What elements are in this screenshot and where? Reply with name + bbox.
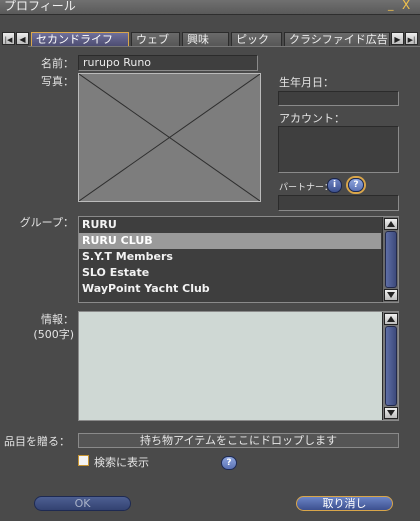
chevron-right-icon: ▶ [394, 35, 401, 44]
tab-last-button[interactable]: ▶| [405, 32, 418, 45]
groups-label: グループ： [19, 216, 74, 229]
no-image-placeholder-icon [79, 74, 260, 201]
scroll-up-button[interactable] [384, 218, 398, 230]
birthdate-label: 生年月日： [279, 76, 334, 89]
give-item-label: 品目を贈る： [4, 435, 70, 448]
partner-info-button[interactable]: i [327, 178, 342, 193]
show-in-search-checkbox[interactable] [78, 455, 89, 466]
about-label: 情報： [41, 313, 74, 326]
about-textarea[interactable] [78, 311, 399, 421]
window-title: プロフィール [4, 0, 76, 13]
about-char-limit: (500字) [33, 328, 74, 341]
tab-prev-button[interactable]: ◀ [16, 32, 29, 45]
chevron-left-icon: ◀ [19, 35, 26, 44]
help-icon: ? [353, 180, 359, 190]
name-label: 名前： [41, 57, 74, 70]
ok-button[interactable]: OK [34, 496, 131, 511]
triangle-down-icon [387, 292, 395, 298]
tab-label: ウェブ [136, 33, 169, 46]
tab-divider [28, 46, 420, 47]
partner-help-button[interactable]: ? [348, 178, 364, 192]
scroll-thumb[interactable] [385, 231, 397, 288]
group-list-item[interactable]: SLO Estate [79, 265, 381, 281]
tab-label: セカンドライフ [36, 33, 113, 46]
scroll-up-button[interactable] [384, 313, 398, 325]
tab-label: 興味 [187, 33, 209, 46]
tab-interests[interactable]: 興味 [182, 32, 229, 46]
partner-label: パートナー： [279, 183, 334, 193]
scroll-thumb[interactable] [385, 326, 397, 406]
triangle-up-icon [387, 221, 395, 227]
title-bar[interactable]: プロフィール _ X [0, 0, 420, 15]
groups-scrollbar[interactable] [382, 217, 398, 302]
photo-label: 写真： [41, 75, 74, 88]
scroll-down-button[interactable] [384, 407, 398, 419]
tab-bar: |◀ ◀ セカンドライフ ウェブ 興味 ピック クラシファイド広告 ▶ ▶| [0, 31, 420, 47]
search-help-button[interactable]: ? [221, 456, 237, 470]
tab-web[interactable]: ウェブ [131, 32, 180, 46]
tab-label: ピック [236, 33, 269, 46]
account-label: アカウント： [279, 112, 345, 125]
help-icon: ? [226, 458, 232, 468]
show-in-search-label[interactable]: 検索に表示 [94, 454, 149, 470]
birthdate-field [278, 91, 399, 106]
tab-classifieds[interactable]: クラシファイド広告 [284, 32, 390, 46]
triangle-down-icon [387, 410, 395, 416]
cancel-button[interactable]: 取り消し [296, 496, 393, 511]
skip-first-icon: |◀ [4, 36, 13, 44]
minimize-button[interactable]: _ [388, 0, 394, 11]
group-list-item[interactable]: WayPoint Yacht Club [79, 281, 381, 297]
tab-picks[interactable]: ピック [231, 32, 282, 46]
tab-next-button[interactable]: ▶ [391, 32, 404, 45]
groups-list[interactable]: RURU RURU CLUB S.Y.T Members SLO Estate … [78, 216, 399, 303]
about-scrollbar[interactable] [382, 312, 398, 420]
partner-field [278, 195, 399, 211]
group-list-item[interactable]: RURU [79, 217, 381, 233]
group-list-item-selected[interactable]: RURU CLUB [79, 233, 381, 249]
tab-first-button[interactable]: |◀ [2, 32, 15, 45]
inventory-drop-target[interactable]: 持ち物アイテムをここにドロップします [78, 433, 399, 448]
info-icon: i [332, 180, 337, 190]
name-field[interactable]: rurupo Runo [78, 55, 258, 71]
close-button[interactable]: X [402, 0, 410, 12]
tab-second-life[interactable]: セカンドライフ [31, 32, 129, 46]
triangle-up-icon [387, 316, 395, 322]
scroll-down-button[interactable] [384, 289, 398, 301]
tab-label: クラシファイド広告 [289, 33, 388, 46]
account-field [278, 126, 399, 173]
skip-last-icon: ▶| [407, 36, 416, 44]
group-list-item[interactable]: S.Y.T Members [79, 249, 381, 265]
profile-photo[interactable] [78, 73, 261, 202]
